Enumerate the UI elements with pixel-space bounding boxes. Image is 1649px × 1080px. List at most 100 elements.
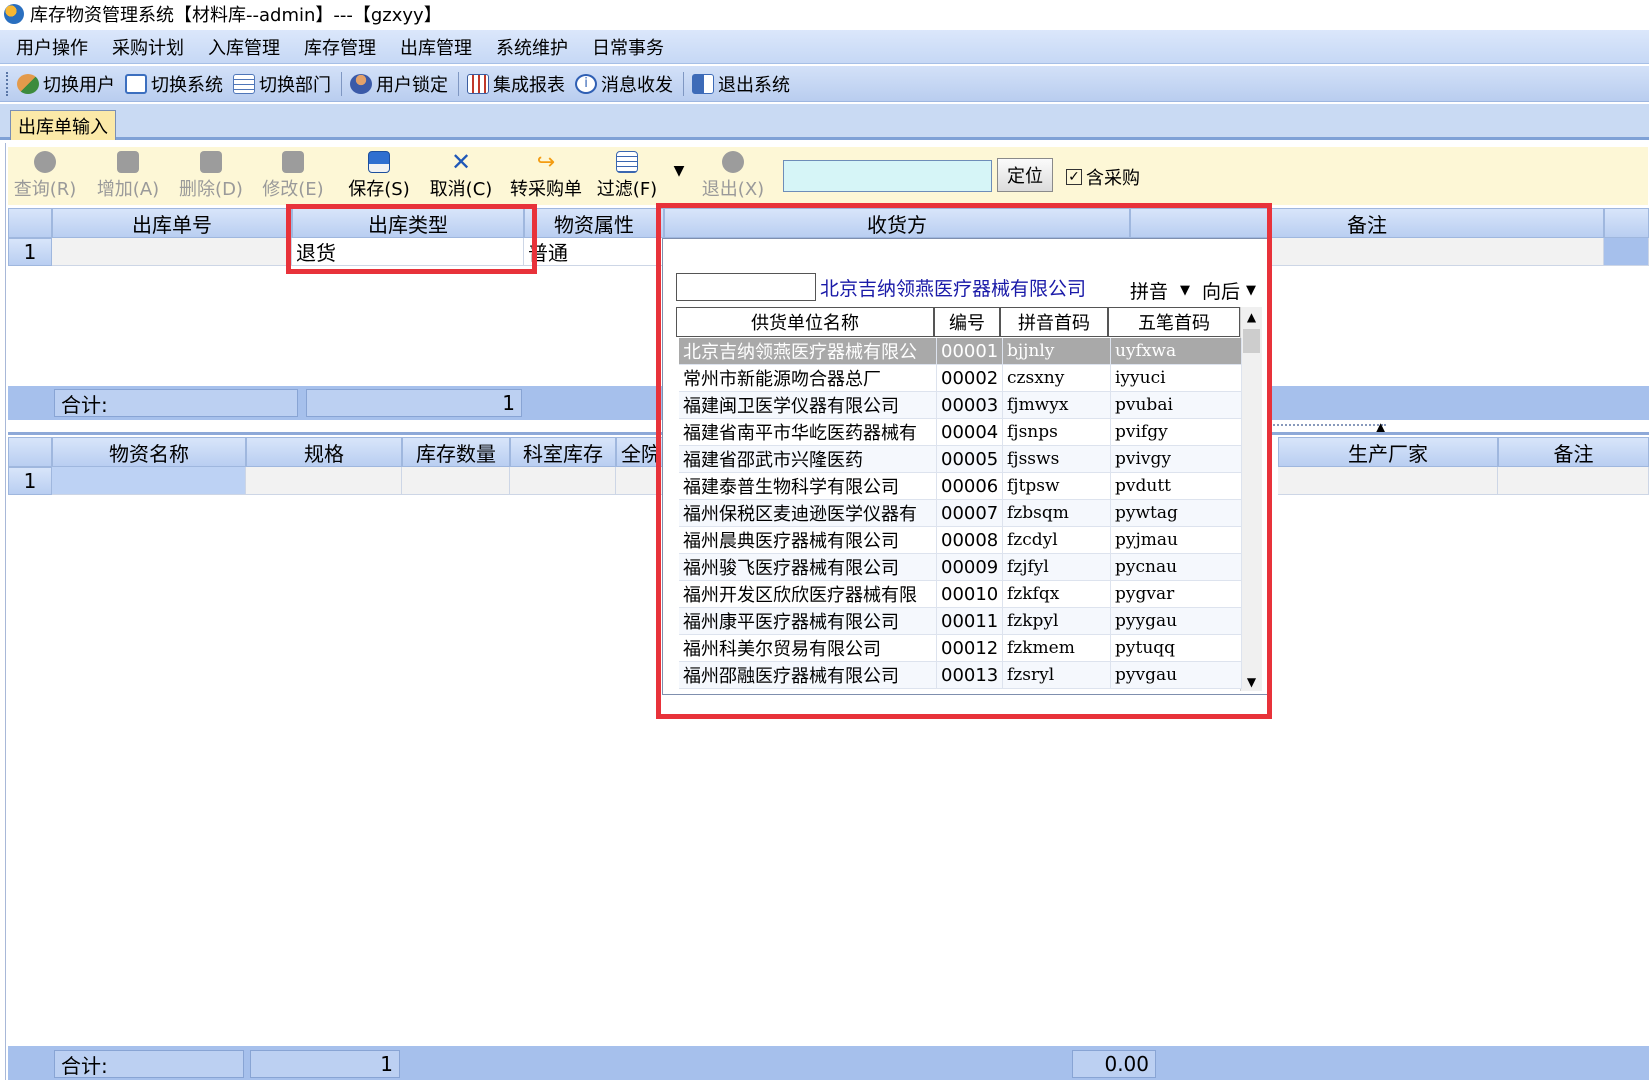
material-attribute-cell[interactable]: 普通 <box>524 238 664 266</box>
row-header-corner <box>8 437 52 467</box>
exit-system-button[interactable]: 退出系统 <box>692 71 790 97</box>
lookup-row[interactable]: 福建省邵武市兴隆医药 00005 fjssws pvivgy <box>679 446 1242 473</box>
lookup-col-wubi[interactable]: 五笔首码 <box>1108 307 1240 337</box>
pinyin-code-cell: fzkfqx <box>1003 581 1111 608</box>
manufacturer-cell[interactable] <box>1278 467 1498 495</box>
lookup-row[interactable]: 福州骏飞医疗器械有限公司 00009 fzjfyl pycnau <box>679 554 1242 581</box>
user-lock-button[interactable]: 用户锁定 <box>350 71 448 97</box>
include-purchase-checkbox[interactable]: ✓ 含采购 <box>1066 164 1140 190</box>
pinyin-code-cell: fzcdyl <box>1003 527 1111 554</box>
lookup-row[interactable]: 福州邵融医疗器械有限公司 00013 fzsryl pyvgau <box>679 662 1242 689</box>
delete-button[interactable]: 删除(D) <box>176 147 246 205</box>
to-purchase-button[interactable]: ↪ 转采购单 <box>506 147 586 205</box>
column-order-no[interactable]: 出库单号 <box>52 208 292 238</box>
lookup-search-input[interactable] <box>676 273 816 301</box>
tab-outbound-input[interactable]: 出库单输入 <box>10 110 116 140</box>
switch-user-button[interactable]: 切换用户 <box>17 71 115 97</box>
spec-cell[interactable] <box>246 467 402 495</box>
lookup-scrollbar[interactable]: ▲ ▼ <box>1240 307 1262 691</box>
stock-qty-cell[interactable] <box>402 467 510 495</box>
detail-amount: 0.00 <box>1072 1050 1156 1078</box>
filter-dropdown-button[interactable]: ▼ <box>668 147 690 205</box>
scroll-up-icon[interactable]: ▲ <box>1241 307 1262 327</box>
edit-label: 修改(E) <box>262 179 324 200</box>
integrated-report-button[interactable]: 集成报表 <box>467 71 565 97</box>
supplier-name-cell: 福建闽卫医学仪器有限公司 <box>679 392 937 419</box>
save-button[interactable]: 保存(S) <box>344 147 414 205</box>
lookup-col-pinyin[interactable]: 拼音首码 <box>1000 307 1108 337</box>
column-receiver[interactable]: 收货方 <box>664 208 1130 238</box>
menu-user-ops[interactable]: 用户操作 <box>4 34 100 60</box>
lookup-row[interactable]: 常州市新能源吻合器总厂 00002 czsxny iyyuci <box>679 365 1242 392</box>
order-no-cell[interactable] <box>52 238 292 266</box>
menu-system[interactable]: 系统维护 <box>484 34 580 60</box>
messages-button[interactable]: i 消息收发 <box>575 71 673 97</box>
dept-stock-cell[interactable] <box>510 467 616 495</box>
lookup-col-name[interactable]: 供货单位名称 <box>676 307 934 337</box>
query-button[interactable]: 查询(R) <box>10 147 80 205</box>
lookup-row[interactable]: 福建闽卫医学仪器有限公司 00003 fjmwyx pvubai <box>679 392 1242 419</box>
lookup-mode-select[interactable]: 拼音 <box>1130 277 1168 304</box>
users-icon <box>17 73 39 94</box>
locate-button[interactable]: 定位 <box>997 158 1053 192</box>
close-icon: ✕ <box>450 148 472 176</box>
supplier-code-cell: 00012 <box>937 635 1003 662</box>
query-label: 查询(R) <box>13 179 77 200</box>
hospital-cell[interactable] <box>616 467 664 495</box>
menu-daily[interactable]: 日常事务 <box>580 34 676 60</box>
exit-button[interactable]: 退出(X) <box>698 147 768 205</box>
chevron-down-icon[interactable]: ▼ <box>1246 283 1256 298</box>
column-outbound-type[interactable]: 出库类型 <box>292 208 524 238</box>
lookup-col-code[interactable]: 编号 <box>934 307 1000 337</box>
wubi-code-cell: pvubai <box>1111 392 1242 419</box>
material-name-cell[interactable] <box>52 467 246 495</box>
scroll-down-icon[interactable]: ▼ <box>1241 675 1262 689</box>
cancel-label: 取消(C) <box>429 179 493 200</box>
outbound-type-cell[interactable]: 退货 <box>292 238 524 266</box>
lookup-row[interactable]: 福州保税区麦迪逊医学仪器有 00007 fzbsqm pywtag <box>679 500 1242 527</box>
lookup-row[interactable]: 北京吉纳领燕医疗器械有限公 00001 bjjnly uyfxwa <box>679 338 1242 365</box>
pinyin-code-cell: czsxny <box>1003 365 1111 392</box>
detail-remark-cell[interactable] <box>1498 467 1649 495</box>
cancel-button[interactable]: ✕ 取消(C) <box>426 147 496 205</box>
column-detail-remark[interactable]: 备注 <box>1498 437 1649 467</box>
lookup-row[interactable]: 福建泰普生物科学有限公司 00006 fjtpsw pvdutt <box>679 473 1242 500</box>
add-button[interactable]: 增加(A) <box>93 147 163 205</box>
switch-system-button[interactable]: 切换系统 <box>125 71 223 97</box>
switch-dept-button[interactable]: 切换部门 <box>233 71 331 97</box>
menu-inbound[interactable]: 入库管理 <box>196 34 292 60</box>
column-stock-qty[interactable]: 库存数量 <box>402 437 510 467</box>
chevron-down-icon[interactable]: ▼ <box>1180 283 1190 298</box>
lookup-direction-select[interactable]: 向后 <box>1202 277 1240 304</box>
menu-purchase-plan[interactable]: 采购计划 <box>100 34 196 60</box>
supplier-name-cell: 福建泰普生物科学有限公司 <box>679 473 937 500</box>
filter-label: 过滤(F) <box>596 179 658 200</box>
menu-outbound[interactable]: 出库管理 <box>388 34 484 60</box>
pinyin-code-cell: fzjfyl <box>1003 554 1111 581</box>
lookup-selected-name: 北京吉纳领燕医疗器械有限公司 <box>820 277 1087 300</box>
lookup-row[interactable]: 福州晨典医疗器械有限公司 00008 fzcdyl pyjmau <box>679 527 1242 554</box>
column-material-attribute[interactable]: 物资属性 <box>524 208 664 238</box>
detail-row-index[interactable]: 1 <box>8 467 52 495</box>
edit-button[interactable]: 修改(E) <box>258 147 328 205</box>
filter-button[interactable]: 过滤(F) <box>592 147 662 205</box>
pinyin-code-cell: fzsryl <box>1003 662 1111 689</box>
lookup-row[interactable]: 福建省南平市华屹医药器械有 00004 fjsnps pvifgy <box>679 419 1242 446</box>
row-index[interactable]: 1 <box>8 238 52 266</box>
column-material-name[interactable]: 物资名称 <box>52 437 246 467</box>
scroll-thumb[interactable] <box>1243 329 1260 353</box>
column-dept-stock[interactable]: 科室库存 <box>510 437 616 467</box>
add-icon <box>117 151 139 173</box>
menu-inventory[interactable]: 库存管理 <box>292 34 388 60</box>
lookup-row[interactable]: 福州康平医疗器械有限公司 00011 fzkpyl pyygau <box>679 608 1242 635</box>
column-remark[interactable]: 备注 <box>1130 208 1604 238</box>
edit-icon <box>282 151 304 173</box>
column-spec[interactable]: 规格 <box>246 437 402 467</box>
lookup-row[interactable]: 福州开发区欣欣医疗器械有限 00010 fzkfqx pygvar <box>679 581 1242 608</box>
supplier-name-cell: 北京吉纳领燕医疗器械有限公 <box>679 338 937 365</box>
locate-search-input[interactable] <box>783 160 992 192</box>
lookup-row[interactable]: 福州科美尔贸易有限公司 00012 fzkmem pytuqq <box>679 635 1242 662</box>
column-manufacturer[interactable]: 生产厂家 <box>1278 437 1498 467</box>
supplier-code-cell: 00010 <box>937 581 1003 608</box>
column-hospital[interactable]: 全院 <box>616 437 664 467</box>
